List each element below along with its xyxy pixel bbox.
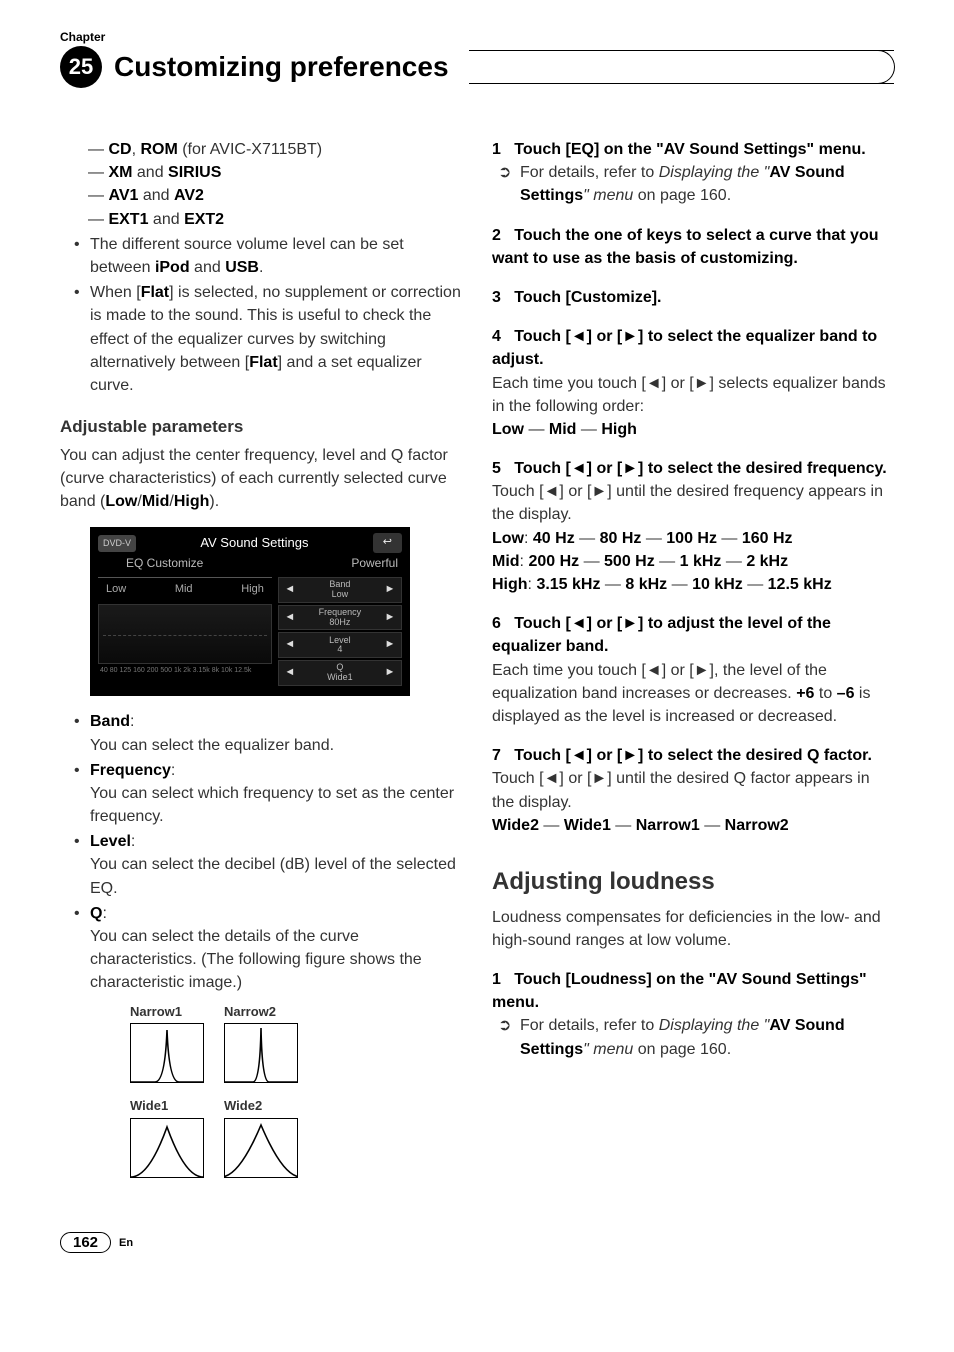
right-arrow-icon: ► xyxy=(379,606,401,630)
eq-tab: Mid xyxy=(175,582,193,598)
narrow2-curve-icon xyxy=(224,1023,298,1083)
eq-axis: 40 80 125 160 200 500 1k 2k 3.15k 8k 10k… xyxy=(98,666,272,676)
device-screenshot: DVD-V AV Sound Settings ↩ EQ Customize P… xyxy=(90,527,410,696)
title-row: 25 Customizing preferences xyxy=(60,46,894,88)
chapter-label: Chapter xyxy=(60,30,894,44)
list-item: AV1 and AV2 xyxy=(88,184,462,207)
narrow1-curve-icon xyxy=(130,1023,204,1083)
list-item: When [Flat] is selected, no supplement o… xyxy=(74,281,462,397)
reference-link: For details, refer to Displaying the "AV… xyxy=(520,161,894,207)
list-item: XM and SIRIUS xyxy=(88,161,462,184)
source-list: CD, ROM (for AVIC-X7115BT) XM and SIRIUS… xyxy=(60,138,462,231)
adjustable-heading: Adjustable parameters xyxy=(60,415,462,440)
step-7: 7 Touch [◄] or [►] to select the desired… xyxy=(492,744,894,837)
list-item: The different source volume level can be… xyxy=(74,233,462,279)
param-list: Band: You can select the equalizer band.… xyxy=(60,710,462,994)
eq-row: ◄ BandLow ► xyxy=(278,577,402,603)
step-3: 3 Touch [Customize]. xyxy=(492,286,894,309)
curve-label: Wide2 xyxy=(224,1097,298,1116)
eq-graph: Low Mid High 40 80 125 160 200 500 1k 2k… xyxy=(98,577,272,687)
right-column: 1 Touch [EQ] on the "AV Sound Settings" … xyxy=(492,138,894,1192)
eq-row: ◄ Frequency80Hz ► xyxy=(278,605,402,631)
ss-title: AV Sound Settings xyxy=(200,534,308,553)
eq-controls: ◄ BandLow ► ◄ Frequency80Hz ► ◄ Level4 xyxy=(278,577,402,687)
list-item: EXT1 and EXT2 xyxy=(88,208,462,231)
left-arrow-icon: ◄ xyxy=(279,606,301,630)
ss-subtitle: EQ Customize xyxy=(126,555,203,572)
page-number: 162 xyxy=(60,1232,111,1253)
left-arrow-icon: ◄ xyxy=(279,578,301,602)
wide2-curve-icon xyxy=(224,1118,298,1178)
source-badge-icon: DVD-V xyxy=(98,535,136,552)
step-4: 4 Touch [◄] or [►] to select the equaliz… xyxy=(492,325,894,441)
right-arrow-icon: ► xyxy=(379,578,401,602)
left-arrow-icon: ◄ xyxy=(279,633,301,657)
left-arrow-icon: ◄ xyxy=(279,661,301,685)
right-arrow-icon: ► xyxy=(379,661,401,685)
list-item: Level: You can select the decibel (dB) l… xyxy=(74,830,462,900)
curve-figures: Narrow1 Wide1 Narrow2 Wide2 xyxy=(130,1003,462,1193)
eq-tab: Low xyxy=(106,582,126,598)
eq-tab: High xyxy=(241,582,264,598)
eq-row: ◄ QWide1 ► xyxy=(278,660,402,686)
curve-label: Narrow2 xyxy=(224,1003,298,1022)
step-5: 5 Touch [◄] or [►] to select the desired… xyxy=(492,457,894,596)
page-lang: En xyxy=(119,1237,133,1249)
list-item: Band: You can select the equalizer band. xyxy=(74,710,462,756)
ss-preset: Powerful xyxy=(351,555,398,572)
list-item: Q: You can select the details of the cur… xyxy=(74,902,462,995)
back-icon: ↩ xyxy=(373,533,402,553)
step-6: 6 Touch [◄] or [►] to adjust the level o… xyxy=(492,612,894,728)
step-2: 2 Touch the one of keys to select a curv… xyxy=(492,224,894,270)
right-arrow-icon: ► xyxy=(379,633,401,657)
list-item: CD, ROM (for AVIC-X7115BT) xyxy=(88,138,462,161)
reference-link: For details, refer to Displaying the "AV… xyxy=(520,1014,894,1060)
loudness-body: Loudness compensates for deficiencies in… xyxy=(492,906,894,952)
chapter-number-badge: 25 xyxy=(60,46,102,88)
step-1: 1 Touch [EQ] on the "AV Sound Settings" … xyxy=(492,138,894,208)
note-list: The different source volume level can be… xyxy=(60,233,462,397)
curve-label: Wide1 xyxy=(130,1097,204,1116)
page: Chapter 25 Customizing preferences CD, R… xyxy=(0,0,954,1293)
eq-row: ◄ Level4 ► xyxy=(278,632,402,658)
list-item: Frequency: You can select which frequenc… xyxy=(74,759,462,829)
curve-label: Narrow1 xyxy=(130,1003,204,1022)
title-rule xyxy=(469,46,894,88)
adjustable-body: You can adjust the center frequency, lev… xyxy=(60,444,462,514)
page-footer: 162 En xyxy=(60,1232,894,1253)
loudness-step-1: 1 Touch [Loudness] on the "AV Sound Sett… xyxy=(492,968,894,1061)
loudness-heading: Adjusting loudness xyxy=(492,865,894,900)
chapter-title: Customizing preferences xyxy=(114,51,469,83)
wide1-curve-icon xyxy=(130,1118,204,1178)
left-column: CD, ROM (for AVIC-X7115BT) XM and SIRIUS… xyxy=(60,138,462,1192)
